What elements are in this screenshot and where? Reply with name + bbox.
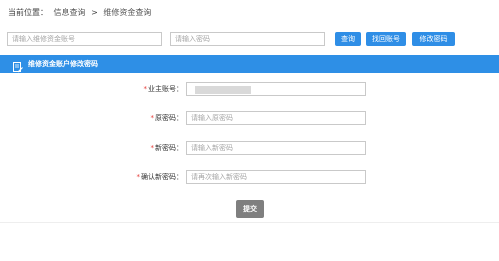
account-label: *业主账号： xyxy=(143,85,184,93)
panel-header: 维修资金账户修改密码 xyxy=(0,55,499,73)
breadcrumb-item-fund-query[interactable]: 维修资金查询 xyxy=(103,8,151,17)
old-password-label: *原密码： xyxy=(150,114,184,122)
edit-document-icon xyxy=(13,58,23,73)
old-password-row: *原密码： xyxy=(0,110,499,126)
required-mark: * xyxy=(143,85,148,93)
old-password-input[interactable] xyxy=(186,111,366,125)
account-row: *业主账号： xyxy=(0,81,499,97)
panel-title: 维修资金账户修改密码 xyxy=(28,60,98,68)
confirm-password-input[interactable] xyxy=(186,170,366,184)
password-search-input[interactable] xyxy=(170,32,325,46)
new-password-row: *新密码： xyxy=(0,140,499,156)
query-button[interactable]: 查询 xyxy=(335,32,361,46)
account-value-field xyxy=(186,82,366,96)
breadcrumb: 当前位置： 信息查询 > 维修资金查询 xyxy=(8,6,154,20)
confirm-password-row: *确认新密码： xyxy=(0,169,499,185)
fund-account-search-input[interactable] xyxy=(7,32,162,46)
breadcrumb-prefix: 当前位置： xyxy=(8,8,48,17)
new-password-label: *新密码： xyxy=(150,144,184,152)
change-password-button[interactable]: 修改密码 xyxy=(412,32,455,46)
confirm-password-label: *确认新密码： xyxy=(136,173,184,181)
breadcrumb-separator: > xyxy=(91,8,98,17)
submit-button[interactable]: 提交 xyxy=(236,200,264,218)
masked-account-value xyxy=(195,86,251,94)
breadcrumb-item-info-query[interactable]: 信息查询 xyxy=(54,8,86,17)
required-mark: * xyxy=(150,144,155,152)
required-mark: * xyxy=(150,114,155,122)
bottom-divider xyxy=(0,222,499,223)
new-password-input[interactable] xyxy=(186,141,366,155)
required-mark: * xyxy=(136,173,141,181)
recover-account-button[interactable]: 找回账号 xyxy=(366,32,406,46)
